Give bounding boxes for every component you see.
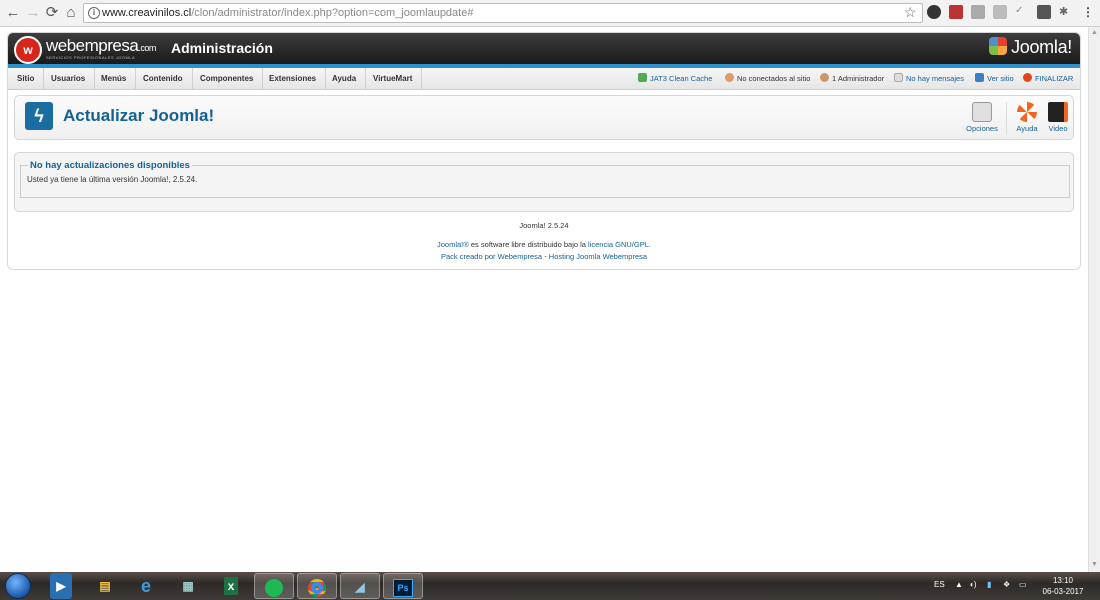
menu-item-usuarios[interactable]: Usuarios <box>42 68 96 89</box>
main-menu: Sitio Usuarios Menús Contenido Component… <box>8 68 1080 90</box>
clock-date: 06-03-2017 <box>1042 587 1084 596</box>
browser-menu-icon[interactable]: ⋮ <box>1082 5 1096 19</box>
pack-separator: - <box>544 252 547 261</box>
component-toolbar: ϟ Actualizar Joomla! Opciones Ayuda Vide… <box>14 95 1074 140</box>
network-icon[interactable]: ▮ <box>987 580 991 589</box>
media-player-icon[interactable]: ▶ <box>50 573 72 599</box>
language-indicator[interactable]: ES <box>934 580 945 589</box>
scroll-down-icon[interactable]: ▼ <box>1091 561 1098 568</box>
show-hidden-icons-icon[interactable]: ▲ <box>955 580 963 589</box>
joomla-logo-icon <box>989 37 1008 55</box>
messages-link[interactable]: No hay mensajes <box>894 68 964 89</box>
site-users-status: No conectados al sitio <box>725 68 810 89</box>
chrome-icon[interactable] <box>297 573 337 599</box>
admin-user-icon <box>820 73 829 82</box>
footer-pack: Pack creado por Webempresa - Hosting Joo… <box>8 252 1080 261</box>
extension-camera-icon[interactable] <box>949 5 963 19</box>
gpl-license-link[interactable]: licencia GNU/GPL. <box>588 240 651 249</box>
license-text: es software libre distribuido bajo la <box>470 240 586 249</box>
lifebuoy-icon <box>1017 102 1037 122</box>
video-button[interactable]: Video <box>1045 100 1071 136</box>
brand-name: webempresa.com <box>46 36 156 55</box>
view-site-link[interactable]: Ver sitio <box>975 68 1014 89</box>
recycle-icon <box>638 73 647 82</box>
menu-item-sitio[interactable]: Sitio <box>8 68 45 89</box>
help-button[interactable]: Ayuda <box>1012 100 1042 136</box>
webempresa-logo-icon: w <box>14 36 42 64</box>
hosting-link[interactable]: Hosting Joomla Webempresa <box>549 252 647 261</box>
joomla-logo: Joomla! <box>989 37 1072 58</box>
clock-time: 13:10 <box>1052 576 1074 585</box>
page-title: Actualizar Joomla! <box>63 106 215 125</box>
site-info-icon[interactable]: i <box>88 7 100 19</box>
power-icon <box>1023 73 1032 82</box>
browser-toolbar: ← → ⟳ ⌂ i www.creavinilos.cl/clon/admini… <box>0 0 1100 27</box>
footer-version: Joomla! 2.5.24 <box>519 221 569 230</box>
address-bar[interactable]: i www.creavinilos.cl/clon/administrator/… <box>83 3 923 23</box>
windows-taskbar: ▶ ▤ e ▦ x ◢ Ps ES ▲ ◖) ▮ ❖ ▭ 13:10 06-03… <box>0 572 1100 600</box>
scroll-up-icon[interactable]: ▲ <box>1091 29 1098 36</box>
users-icon <box>725 73 734 82</box>
update-message: Usted ya tiene la última versión Joomla!… <box>27 175 198 184</box>
reload-icon[interactable]: ⟳ <box>43 4 61 22</box>
options-button[interactable]: Opciones <box>962 100 1002 136</box>
menu-item-menus[interactable]: Menús <box>92 68 137 89</box>
admin-header: w webempresa.com SERVICIOS PROFESIONALES… <box>8 33 1080 68</box>
spotify-icon[interactable] <box>254 573 294 599</box>
page-header-title: Administración <box>171 40 273 56</box>
start-button-icon[interactable] <box>5 573 31 599</box>
monitor-icon <box>975 73 984 82</box>
admins-status: 1 Administrador <box>820 68 884 89</box>
clock[interactable]: 13:10 06-03-2017 <box>1040 575 1086 597</box>
brand-tagline: SERVICIOS PROFESIONALES JOOMLA <box>46 55 136 60</box>
calculator-icon[interactable]: ▦ <box>168 573 208 599</box>
extension-window-icon[interactable] <box>1037 5 1051 19</box>
page-scrollbar[interactable]: ▲ ▼ <box>1088 27 1100 572</box>
home-icon[interactable]: ⌂ <box>62 4 80 22</box>
volume-icon[interactable]: ◖) <box>969 580 977 589</box>
logout-link[interactable]: FINALIZAR <box>1023 68 1073 89</box>
extension-check-icon[interactable]: ✓ <box>1015 5 1029 19</box>
admin-frame: w webempresa.com SERVICIOS PROFESIONALES… <box>7 32 1081 270</box>
internet-explorer-icon[interactable]: e <box>126 573 166 599</box>
footer-license: Joomla!® es software libre distribuido b… <box>8 240 1080 249</box>
extension-buffer-icon[interactable] <box>927 5 941 19</box>
menu-item-virtuemart[interactable]: VirtueMart <box>364 68 423 89</box>
photoshop-icon[interactable]: Ps <box>383 573 423 599</box>
file-explorer-icon[interactable]: ▤ <box>85 573 125 599</box>
message-panel: No hay actualizaciones disponibles Usted… <box>14 152 1074 212</box>
extensions-puzzle-icon[interactable]: ✱ <box>1059 5 1073 19</box>
toolbar-separator <box>1006 102 1007 134</box>
menu-item-ayuda[interactable]: Ayuda <box>323 68 367 89</box>
back-icon[interactable]: ← <box>4 4 22 22</box>
app-pen-icon[interactable]: ◢ <box>340 573 380 599</box>
url-host: www.creavinilos.cl <box>102 7 192 19</box>
joomla-link[interactable]: Joomla!® <box>437 240 469 249</box>
url-path: /clon/administrator/index.php?option=com… <box>191 7 474 19</box>
menu-item-contenido[interactable]: Contenido <box>134 68 193 89</box>
clean-cache-link[interactable]: JAT3 Clean Cache <box>638 68 712 89</box>
options-icon <box>972 102 992 122</box>
bookmark-star-icon[interactable]: ☆ <box>904 4 917 21</box>
excel-icon[interactable]: x <box>211 573 251 599</box>
notifications-icon[interactable]: ▭ <box>1019 580 1027 589</box>
video-play-icon <box>1048 102 1068 122</box>
forward-icon[interactable]: → <box>24 4 42 22</box>
menu-item-extensiones[interactable]: Extensiones <box>260 68 327 89</box>
page-viewport: w webempresa.com SERVICIOS PROFESIONALES… <box>0 27 1088 572</box>
dropbox-icon[interactable]: ❖ <box>1003 580 1010 589</box>
pack-link[interactable]: Pack creado por Webempresa <box>441 252 542 261</box>
mail-icon <box>894 73 903 82</box>
update-legend: No hay actualizaciones disponibles <box>28 160 192 171</box>
extension-download-icon[interactable] <box>971 5 985 19</box>
extension-generic-icon[interactable] <box>993 5 1007 19</box>
update-lightning-icon: ϟ <box>25 102 53 130</box>
menu-item-componentes[interactable]: Componentes <box>191 68 264 89</box>
